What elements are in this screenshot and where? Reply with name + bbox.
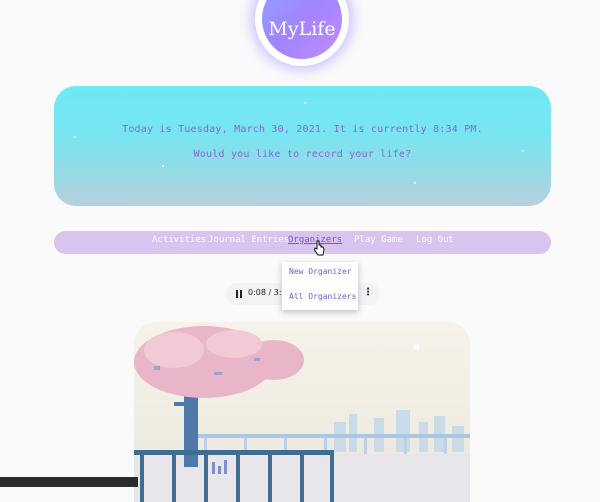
hero-banner: Today is Tuesday, March 30, 2021. It is … — [54, 86, 551, 206]
hand-cursor-icon — [314, 240, 325, 256]
bottom-bar — [0, 477, 138, 487]
nav-log-out[interactable]: Log Out — [416, 235, 454, 245]
date-time-text: Today is Tuesday, March 30, 2021. It is … — [122, 124, 483, 135]
menu-item-new-organizer[interactable]: New Organizer — [289, 267, 352, 276]
logo-badge[interactable]: MyLife — [255, 0, 349, 66]
more-options-icon[interactable]: ⋮ — [363, 287, 373, 298]
pause-icon[interactable] — [236, 290, 243, 298]
nav-play-game[interactable]: Play Game — [354, 235, 403, 245]
pixel-art-scene — [134, 326, 470, 502]
menu-item-all-organizers[interactable]: All Organizers — [289, 292, 356, 301]
organizers-dropdown: New Organizer All Organizers — [282, 262, 358, 310]
nav-journal-entries[interactable]: Journal Entries — [208, 235, 289, 245]
pixel-art-cherry-blossom — [134, 322, 470, 502]
prompt-text: Would you like to record your life? — [193, 149, 412, 160]
nav-activities[interactable]: Activities — [152, 235, 206, 245]
nav-bar: Activities Journal Entries Organizers Pl… — [54, 231, 551, 254]
logo[interactable]: MyLife — [262, 0, 342, 59]
